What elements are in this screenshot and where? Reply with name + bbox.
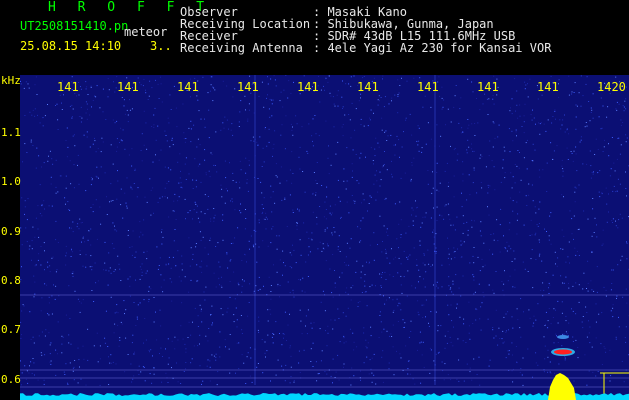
x-label: 141: [297, 80, 319, 94]
signal-peak: [548, 373, 576, 400]
x-label: 141: [57, 80, 79, 94]
x-label: 141: [177, 80, 199, 94]
spectrogram: [20, 75, 629, 400]
spectrogram-canvas: [20, 75, 629, 400]
x-label: 141: [417, 80, 439, 94]
x-label: 141: [477, 80, 499, 94]
echo-trace: [557, 335, 569, 339]
file-name: UT2508151410.pn: [20, 19, 129, 33]
x-label: 1420: [597, 80, 626, 94]
y-label-1.0: 1.0: [1, 175, 21, 188]
x-label: 141: [117, 80, 139, 94]
y-label-1.1: 1.1: [1, 126, 21, 139]
noise-layer: [20, 75, 629, 386]
date-time: 25.08.15 14:10 3..: [20, 39, 172, 53]
unit-label: kHz: [1, 74, 21, 87]
y-label-0.9: 0.9: [1, 225, 21, 238]
meteor-label: meteor: [124, 25, 168, 39]
antenna-value: : 4ele Yagi Az 230 for Kansai VOR: [313, 41, 552, 55]
x-label: 141: [357, 80, 379, 94]
antenna-key: Receiving Antenna: [180, 41, 303, 55]
y-label-0.6: 0.6: [1, 373, 21, 386]
header-panel: H R O F F T UT2508151410.pn meteor 25.08…: [0, 0, 629, 75]
x-label: 141: [537, 80, 559, 94]
y-label-0.7: 0.7: [1, 323, 21, 336]
y-label-0.8: 0.8: [1, 274, 21, 287]
meteor-echo: [554, 349, 572, 355]
x-label: 141: [237, 80, 259, 94]
frequency-axis: 1.1 1.0 0.9 0.8 0.7 0.6: [0, 75, 21, 400]
spectrum-trace: [20, 393, 629, 400]
